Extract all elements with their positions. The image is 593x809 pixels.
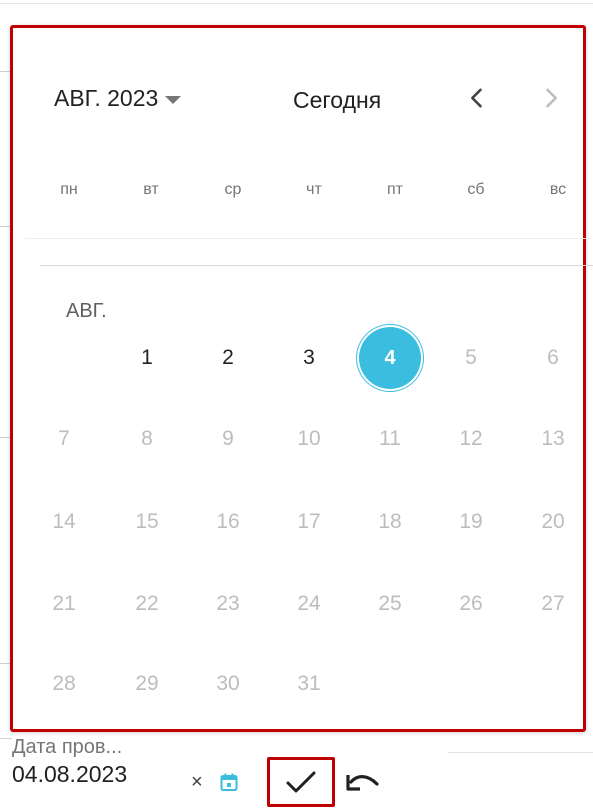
- weekday-header: пн вт ср чт пт сб вс: [28, 181, 579, 203]
- day-cell[interactable]: 17: [279, 506, 339, 538]
- day-cell[interactable]: 22: [117, 588, 177, 620]
- date-field-label: Дата пров...: [12, 736, 123, 758]
- date-field-value[interactable]: 04.08.2023: [12, 761, 127, 788]
- confirm-button[interactable]: [267, 757, 335, 807]
- day-cell[interactable]: 1: [117, 342, 177, 374]
- weekday-label: чт: [306, 181, 322, 198]
- weekday-label: вс: [549, 181, 567, 198]
- today-button[interactable]: Сегодня: [293, 87, 381, 114]
- next-month-button[interactable]: [537, 84, 565, 112]
- month-year-selector[interactable]: АВГ. 2023: [54, 85, 182, 112]
- day-cell[interactable]: 25: [360, 588, 420, 620]
- month-year-label: АВГ. 2023: [54, 85, 159, 111]
- day-cell[interactable]: 23: [198, 588, 258, 620]
- check-icon: [286, 771, 316, 793]
- day-cell[interactable]: 6: [523, 342, 583, 374]
- day-cell[interactable]: 7: [34, 423, 94, 455]
- day-cell[interactable]: 20: [523, 506, 583, 538]
- day-cell[interactable]: 3: [279, 342, 339, 374]
- month-label: АВГ.: [66, 300, 107, 322]
- day-cell[interactable]: 29: [117, 668, 177, 700]
- day-cell[interactable]: 28: [34, 668, 94, 700]
- day-cell[interactable]: 27: [523, 588, 583, 620]
- chevron-left-icon: [471, 88, 482, 108]
- day-cell[interactable]: 8: [117, 423, 177, 455]
- chevron-right-icon: [546, 88, 557, 108]
- day-cell[interactable]: 5: [441, 342, 501, 374]
- day-cell[interactable]: 13: [523, 423, 583, 455]
- day-cell[interactable]: 30: [198, 668, 258, 700]
- day-cell[interactable]: 12: [441, 423, 501, 455]
- day-cell[interactable]: 21: [34, 588, 94, 620]
- caret-down-icon: [165, 95, 182, 104]
- day-cell[interactable]: 11: [360, 423, 420, 455]
- day-cell[interactable]: 2: [198, 342, 258, 374]
- day-cell[interactable]: 18: [360, 506, 420, 538]
- divider: [40, 265, 593, 266]
- field-border: [0, 738, 12, 739]
- background-line: [0, 3, 593, 4]
- weekday-label: сб: [467, 181, 485, 198]
- clear-icon[interactable]: ×: [191, 772, 203, 792]
- weekday-label: пн: [60, 181, 78, 198]
- day-cell[interactable]: 14: [34, 506, 94, 538]
- weekday-label: вт: [143, 181, 159, 198]
- day-cell[interactable]: 31: [279, 668, 339, 700]
- undo-icon: [346, 775, 379, 791]
- day-cell[interactable]: 15: [117, 506, 177, 538]
- undo-button[interactable]: [345, 769, 381, 797]
- prev-month-button[interactable]: [463, 84, 491, 112]
- date-picker-popup: АВГ. 2023 Сегодня пн вт ср чт пт сб вс А…: [10, 25, 593, 732]
- day-cell[interactable]: 19: [441, 506, 501, 538]
- day-cell[interactable]: 16: [198, 506, 258, 538]
- weekday-label: ср: [224, 181, 242, 198]
- field-border: [448, 752, 593, 753]
- weekday-label: пт: [387, 181, 403, 198]
- day-cell-selected[interactable]: 4: [359, 327, 421, 389]
- divider: [25, 238, 591, 239]
- calendar-icon[interactable]: [219, 772, 239, 792]
- day-cell[interactable]: 9: [198, 423, 258, 455]
- day-cell[interactable]: 10: [279, 423, 339, 455]
- day-cell[interactable]: 24: [279, 588, 339, 620]
- day-cell[interactable]: 26: [441, 588, 501, 620]
